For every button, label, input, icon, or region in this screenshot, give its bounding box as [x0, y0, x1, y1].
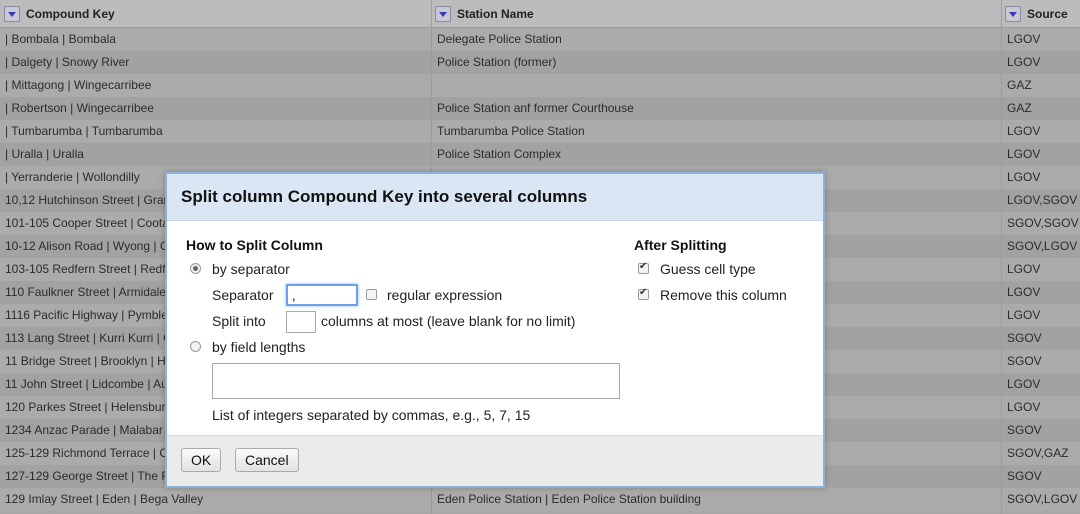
by-field-lengths-label[interactable]: by field lengths [212, 339, 305, 355]
ok-button[interactable]: OK [181, 448, 222, 472]
table-row: | Bombala | Bombala Delegate Police Stati… [0, 28, 1080, 51]
table-row: | Tumbarumba | Tumbarumba Tumbarumba Poli… [0, 120, 1080, 143]
table-cell-station: Police Station (former) [437, 55, 557, 69]
table-cell-key: | Mittagong | Wingecarribee [5, 78, 152, 92]
table-cell-source: SGOV [1007, 354, 1042, 368]
dialog-title: Split column Compound Key into several c… [167, 174, 823, 221]
separator-label: Separator [212, 287, 274, 303]
table-row: | Robertson | Wingecarribee Police Statio… [0, 97, 1080, 120]
table-cell-source: SGOV,SGOV [1007, 216, 1079, 230]
column-menu-icon[interactable] [435, 5, 451, 22]
column-label: Compound Key [26, 6, 115, 21]
table-cell-source: LGOV [1007, 285, 1041, 299]
column-header-source[interactable]: Source [1001, 0, 1068, 27]
table-cell-station [437, 74, 997, 97]
table-row: | Mittagong | Wingecarribee GAZ [0, 74, 1080, 97]
table-cell-station: Eden Police Station | Eden Police Statio… [437, 492, 701, 506]
table-cell-source: SGOV [1007, 331, 1042, 345]
table-cell-source: LGOV [1007, 147, 1041, 161]
how-to-split-heading: How to Split Column [186, 237, 323, 253]
table-cell-station: Police Station Complex [437, 147, 562, 161]
grid-header: Compound Key Station Name Source [0, 0, 1080, 28]
table-cell-source: SGOV,LGOV [1007, 492, 1078, 506]
separator-input[interactable] [286, 284, 358, 306]
table-cell-source: LGOV [1007, 308, 1041, 322]
cancel-button[interactable]: Cancel [235, 448, 299, 472]
table-cell-source: LGOV [1007, 377, 1041, 391]
table-cell-key: 129 Imlay Street | Eden | Bega Valley [5, 492, 204, 506]
column-header-station-name[interactable]: Station Name [431, 0, 534, 27]
table-row: | Dalgety | Snowy River Police Station (f… [0, 51, 1080, 74]
table-cell-source: SGOV [1007, 423, 1042, 437]
guess-cell-type-label[interactable]: Guess cell type [660, 261, 756, 277]
by-separator-label[interactable]: by separator [212, 261, 290, 277]
remove-column-checkbox[interactable] [638, 287, 649, 300]
table-cell-station: Delegate Police Station [437, 32, 562, 46]
regular-expression-label[interactable]: regular expression [387, 287, 502, 303]
by-separator-radio[interactable] [190, 263, 201, 274]
table-cell-source: LGOV [1007, 32, 1041, 46]
column-label: Station Name [457, 6, 534, 21]
column-header-compound-key[interactable]: Compound Key [0, 0, 115, 27]
table-cell-source: LGOV [1007, 170, 1041, 184]
table-cell-key: | Dalgety | Snowy River [5, 55, 130, 69]
columns-at-most-label: columns at most (leave blank for no limi… [321, 313, 576, 329]
table-cell-key: | Tumbarumba | Tumbarumba [5, 124, 163, 138]
table-cell-source: LGOV [1007, 400, 1041, 414]
split-into-input[interactable] [286, 311, 316, 333]
table-cell-key: | Bombala | Bombala [5, 32, 116, 46]
column-menu-icon[interactable] [4, 5, 20, 22]
table-cell-source: LGOV [1007, 262, 1041, 276]
table-cell-source: GAZ [1007, 101, 1032, 115]
field-lengths-hint: List of integers separated by commas, e.… [212, 407, 531, 423]
after-splitting-heading: After Splitting [634, 237, 727, 253]
table-row: | Uralla | Uralla Police Station Complex L… [0, 143, 1080, 166]
table-cell-station: Police Station anf former Courthouse [437, 101, 634, 115]
field-lengths-textarea[interactable] [212, 363, 620, 399]
table-cell-source: LGOV [1007, 124, 1041, 138]
split-column-dialog: Split column Compound Key into several c… [165, 172, 825, 488]
remove-column-label[interactable]: Remove this column [660, 287, 787, 303]
table-cell-source: SGOV,LGOV [1007, 239, 1078, 253]
by-field-lengths-radio[interactable] [190, 341, 201, 352]
table-cell-source: GAZ [1007, 78, 1032, 92]
column-divider [1001, 0, 1002, 514]
table-cell-source: LGOV [1007, 55, 1041, 69]
table-cell-source: LGOV,SGOV [1007, 193, 1078, 207]
column-label: Source [1027, 6, 1068, 21]
table-cell-key: | Robertson | Wingecarribee [5, 101, 154, 115]
table-cell-key: | Uralla | Uralla [5, 147, 84, 161]
table-cell-station: Tumbarumba Police Station [437, 124, 585, 138]
regular-expression-checkbox[interactable] [366, 289, 377, 300]
table-cell-source: SGOV [1007, 469, 1042, 483]
guess-cell-type-checkbox[interactable] [638, 261, 649, 274]
table-cell-source: SGOV,GAZ [1007, 446, 1069, 460]
table-row: 129 Imlay Street | Eden | Bega Valley Ede… [0, 488, 1080, 511]
dialog-footer: OK Cancel [167, 435, 823, 486]
split-into-label: Split into [212, 313, 266, 329]
column-menu-icon[interactable] [1005, 5, 1021, 22]
